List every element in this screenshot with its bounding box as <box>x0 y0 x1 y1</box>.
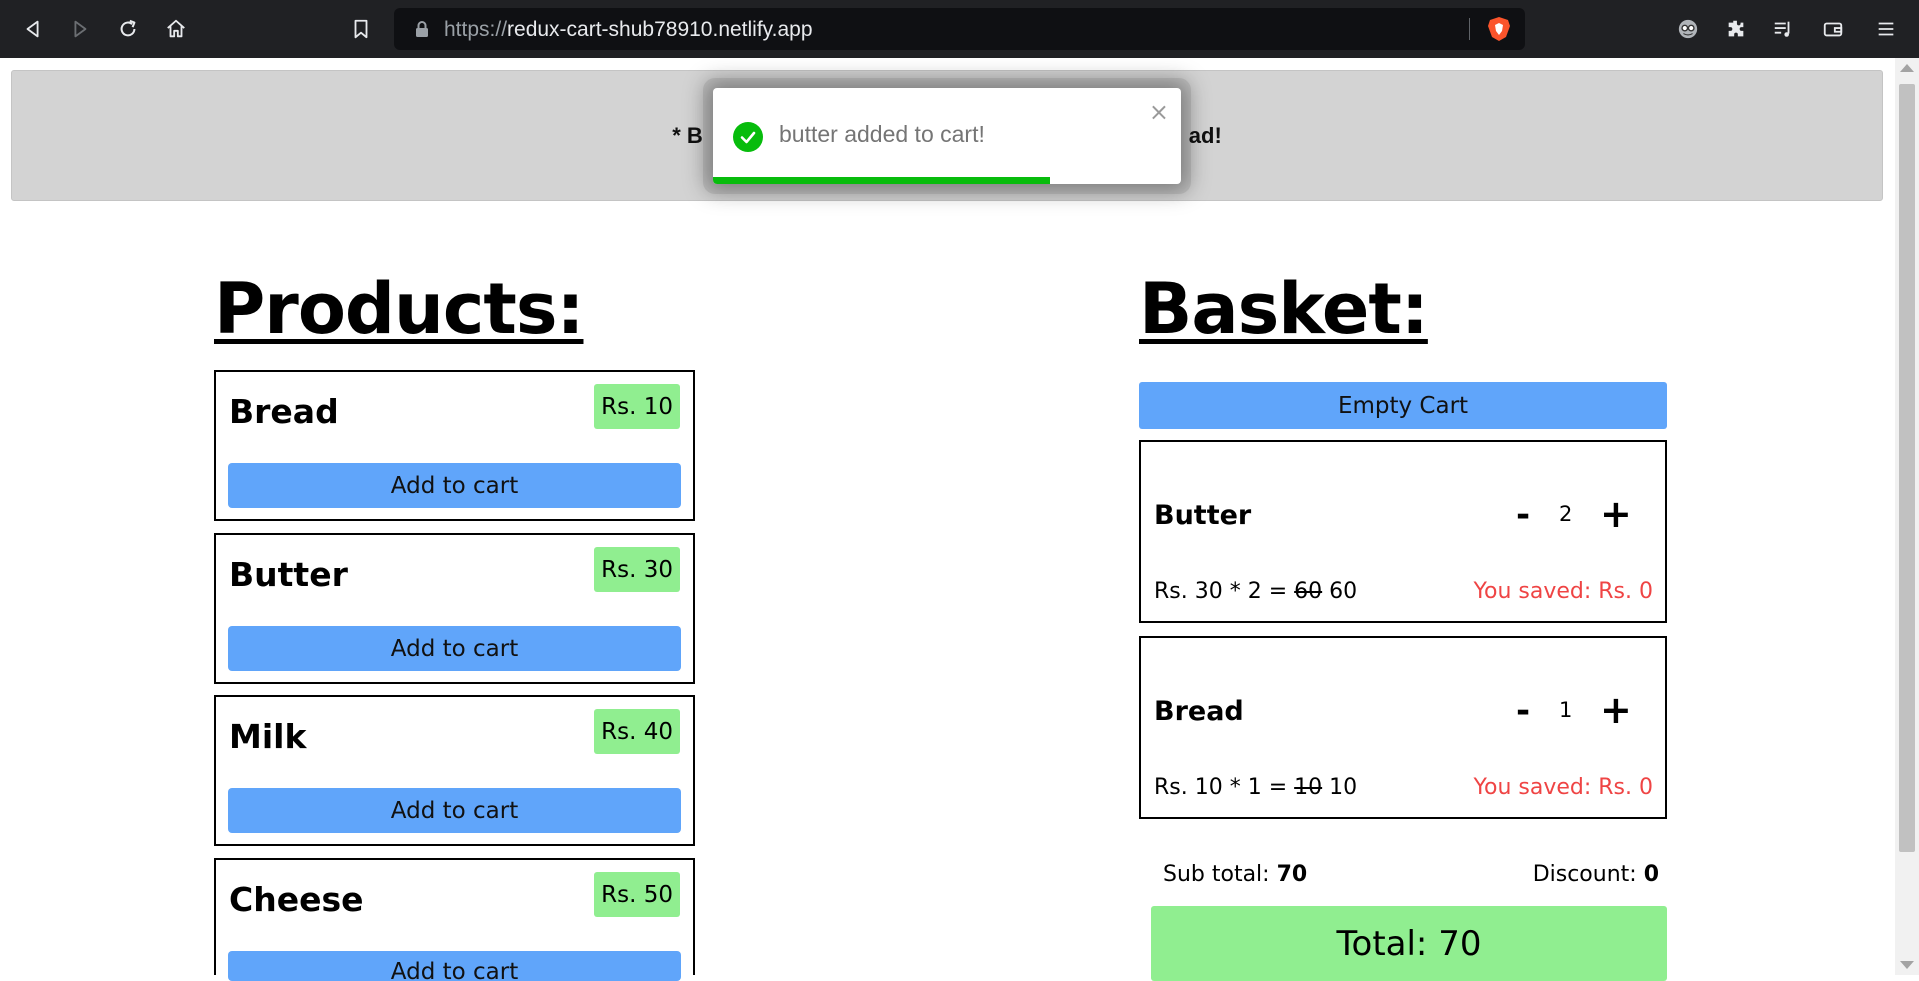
product-name: Butter <box>229 555 348 594</box>
scrollbar-thumb[interactable] <box>1899 84 1915 852</box>
subtotal-value: 70 <box>1276 862 1308 887</box>
empty-cart-button[interactable]: Empty Cart <box>1139 382 1667 429</box>
reload-icon[interactable] <box>113 14 143 44</box>
saved-amount: You saved: Rs. 0 <box>1473 579 1653 604</box>
quantity-value: 1 <box>1559 698 1573 722</box>
menu-icon[interactable] <box>1871 14 1901 44</box>
product-card: Butter Rs. 30 Add to cart <box>214 533 695 684</box>
increase-quantity-button[interactable]: + <box>1600 688 1632 732</box>
original-price: 10 <box>1294 775 1323 800</box>
product-card: Bread Rs. 10 Add to cart <box>214 370 695 521</box>
price-tag: Rs. 30 <box>594 547 680 592</box>
cart-item: Bread - 1 + Rs. 10 * 1 = 10 10 You saved… <box>1139 636 1667 819</box>
product-name: Milk <box>229 717 307 756</box>
decrease-quantity-button[interactable]: - <box>1516 495 1530 535</box>
playlist-icon[interactable] <box>1768 14 1798 44</box>
discount-value: 0 <box>1643 862 1659 887</box>
success-check-icon <box>733 122 763 152</box>
product-card: Cheese Rs. 50 Add to cart <box>214 858 695 981</box>
final-price: 60 <box>1322 579 1358 604</box>
toast-message: butter added to cart! <box>779 121 985 147</box>
url-separator <box>1469 18 1470 40</box>
profile-icon[interactable] <box>1673 14 1703 44</box>
discount: Discount: 0 <box>1532 862 1659 887</box>
decrease-quantity-button[interactable]: - <box>1516 691 1530 731</box>
home-icon[interactable] <box>161 14 191 44</box>
add-to-cart-button[interactable]: Add to cart <box>228 463 681 508</box>
back-icon[interactable] <box>18 14 48 44</box>
cart-item-name: Bread <box>1154 696 1244 727</box>
product-card: Milk Rs. 40 Add to cart <box>214 695 695 846</box>
toast-notification: butter added to cart! × <box>713 88 1181 184</box>
browser-toolbar: https://redux-cart-shub78910.netlify.app <box>0 0 1919 58</box>
basket-title: Basket: <box>1139 268 1429 350</box>
toast-progress-bar <box>713 177 1050 184</box>
cart-item-name: Butter <box>1154 500 1252 531</box>
close-icon[interactable]: × <box>1149 98 1169 126</box>
cart-item: Butter - 2 + Rs. 30 * 2 = 60 60 You save… <box>1139 440 1667 623</box>
product-name: Bread <box>229 392 339 431</box>
price-tag: Rs. 40 <box>594 709 680 754</box>
banner-text-end: ad! <box>1188 122 1222 148</box>
cart-item-calculation: Rs. 30 * 2 = 60 60 <box>1154 579 1358 604</box>
lock-icon <box>416 21 428 37</box>
scroll-down-arrow-icon[interactable] <box>1900 961 1914 969</box>
forward-icon[interactable] <box>65 14 95 44</box>
extensions-icon[interactable] <box>1721 14 1751 44</box>
add-to-cart-button[interactable]: Add to cart <box>228 788 681 833</box>
add-to-cart-button[interactable]: Add to cart <box>228 951 681 981</box>
original-price: 60 <box>1294 579 1323 604</box>
price-tag: Rs. 10 <box>594 384 680 429</box>
subtotal: Sub total: 70 <box>1163 862 1308 887</box>
bookmark-icon[interactable] <box>346 14 376 44</box>
add-to-cart-button[interactable]: Add to cart <box>228 626 681 671</box>
final-price: 10 <box>1322 775 1358 800</box>
vertical-scrollbar[interactable] <box>1895 58 1919 975</box>
price-tag: Rs. 50 <box>594 872 680 917</box>
products-title: Products: <box>214 268 584 350</box>
banner-text-start: * B <box>672 122 703 148</box>
increase-quantity-button[interactable]: + <box>1600 492 1632 536</box>
saved-amount: You saved: Rs. 0 <box>1473 775 1653 800</box>
brave-shield-icon[interactable] <box>1486 16 1512 42</box>
url-text: https://redux-cart-shub78910.netlify.app <box>444 18 813 41</box>
quantity-value: 2 <box>1559 502 1573 526</box>
address-bar[interactable]: https://redux-cart-shub78910.netlify.app <box>394 8 1525 50</box>
scroll-up-arrow-icon[interactable] <box>1900 64 1914 72</box>
cart-item-calculation: Rs. 10 * 1 = 10 10 <box>1154 775 1358 800</box>
total-box: Total: 70 <box>1151 906 1667 981</box>
product-name: Cheese <box>229 880 364 919</box>
wallet-icon[interactable] <box>1818 14 1848 44</box>
